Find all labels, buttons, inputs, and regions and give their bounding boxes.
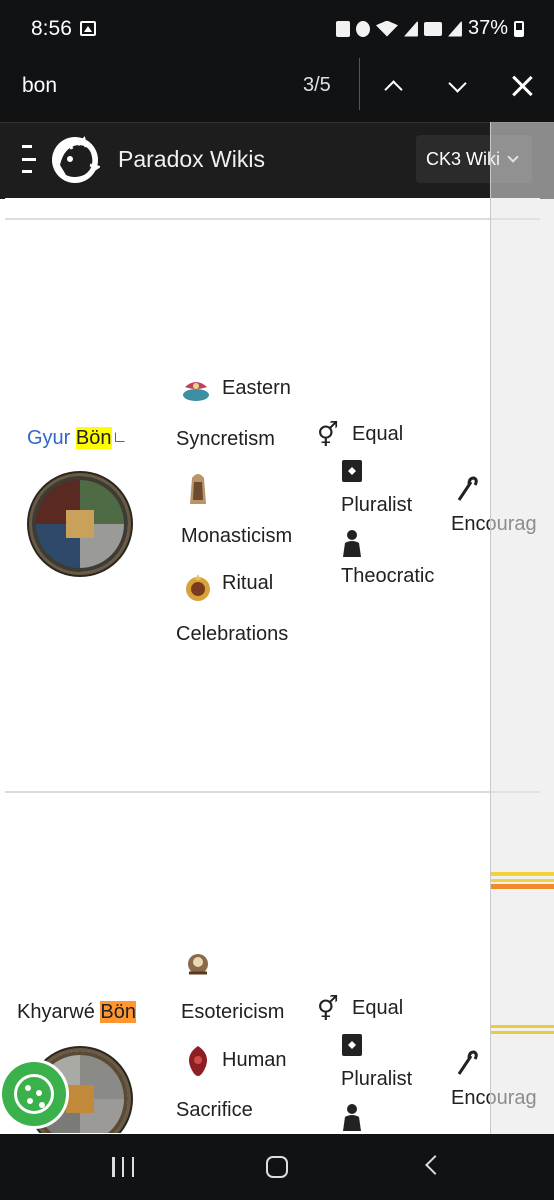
- image-notification-icon: [80, 21, 96, 36]
- external-link-icon: [114, 432, 125, 442]
- wiki-switcher-label: CK3 Wiki: [426, 148, 501, 169]
- find-query-input[interactable]: bon: [22, 74, 57, 98]
- match-marker: [491, 1025, 554, 1028]
- back-button[interactable]: [425, 1155, 445, 1175]
- doctrine-label: Pluralist: [341, 494, 413, 516]
- tenet-label: Esotericism: [181, 1001, 285, 1023]
- human-sacrifice-icon: [189, 1046, 207, 1076]
- cookie-settings-button[interactable]: [2, 1062, 66, 1126]
- religion-table: Gyur Bön Eastern Syncretism Monasticism …: [5, 198, 540, 1133]
- faith-name-text[interactable]: Gyur: [27, 427, 76, 449]
- row-divider: [5, 791, 540, 793]
- volte-icon: [423, 21, 442, 36]
- match-marker: [491, 872, 554, 876]
- next-match-button[interactable]: [437, 68, 477, 104]
- doctrine-label: Theocratic: [341, 565, 435, 587]
- close-find-button[interactable]: [502, 68, 542, 104]
- chevron-up-icon: [383, 79, 403, 99]
- tenet-label: Monasticism: [181, 525, 293, 547]
- monasticism-icon: [190, 474, 206, 504]
- cookie-icon: [14, 1074, 54, 1114]
- pluralism-book-icon: [342, 460, 362, 482]
- close-icon: [511, 75, 533, 97]
- tenet-label: Human: [222, 1049, 287, 1071]
- crozier-icon: [457, 476, 478, 501]
- wifi-icon: [375, 20, 398, 37]
- home-button[interactable]: [266, 1156, 288, 1178]
- current-search-match: Bön: [100, 1001, 136, 1023]
- find-results-scrollbar[interactable]: [490, 122, 554, 1134]
- esotericism-icon: [188, 954, 208, 975]
- system-navigation-bar: [0, 1134, 554, 1200]
- gender-icon: ⚥: [317, 422, 339, 449]
- clock: 8:56: [31, 17, 72, 40]
- battery-percent: 37%: [467, 17, 508, 39]
- doctrine-label: Equal: [352, 423, 404, 445]
- previous-match-button[interactable]: [373, 68, 413, 104]
- faith-emblem: [32, 476, 128, 572]
- status-icons: 37%: [335, 17, 524, 40]
- chevron-down-icon: [447, 73, 467, 93]
- search-match: Bön: [75, 427, 112, 449]
- match-marker: [491, 879, 554, 882]
- match-marker: [491, 1031, 554, 1034]
- tenet-label: Ritual: [222, 572, 274, 594]
- recent-apps-button[interactable]: [112, 1157, 134, 1177]
- menu-icon[interactable]: [22, 145, 36, 173]
- clergy-person-icon: [343, 530, 361, 557]
- row-divider: [5, 218, 540, 220]
- alarm-icon: [355, 20, 370, 37]
- faith-name-link[interactable]: Gyur Bön: [27, 427, 125, 450]
- nfc-icon: [335, 20, 350, 37]
- divider: [359, 58, 360, 110]
- crozier-icon: [457, 1050, 478, 1075]
- faith-name-text: Khyarwé Bön: [17, 1001, 136, 1024]
- clergy-person-icon: [343, 1104, 361, 1131]
- paradox-logo[interactable]: [50, 135, 100, 185]
- site-header: Paradox Wikis CK3 Wiki: [0, 122, 554, 199]
- tenet-label: Syncretism: [176, 428, 275, 450]
- tenet-label: Eastern: [222, 377, 291, 399]
- pluralism-book-icon: [342, 1034, 362, 1056]
- syncretism-icon: [183, 382, 209, 401]
- current-match-marker: [491, 884, 554, 889]
- signal-icon-2: [447, 20, 462, 37]
- doctrine-label: Equal: [352, 997, 404, 1019]
- status-bar: 8:56 37%: [0, 0, 554, 58]
- site-title[interactable]: Paradox Wikis: [118, 146, 265, 173]
- tenet-label: Sacrifice: [176, 1099, 253, 1121]
- doctrine-label: Pluralist: [341, 1068, 413, 1090]
- gender-icon: ⚥: [317, 996, 339, 1023]
- find-in-page-bar: bon 3/5: [0, 58, 554, 122]
- signal-icon: [403, 20, 418, 37]
- match-counter: 3/5: [303, 74, 331, 96]
- tenet-label: Celebrations: [176, 623, 289, 645]
- battery-icon: [514, 20, 524, 37]
- faith-name-prefix: Khyarwé: [17, 1001, 101, 1023]
- ritual-celebrations-icon: [186, 574, 210, 601]
